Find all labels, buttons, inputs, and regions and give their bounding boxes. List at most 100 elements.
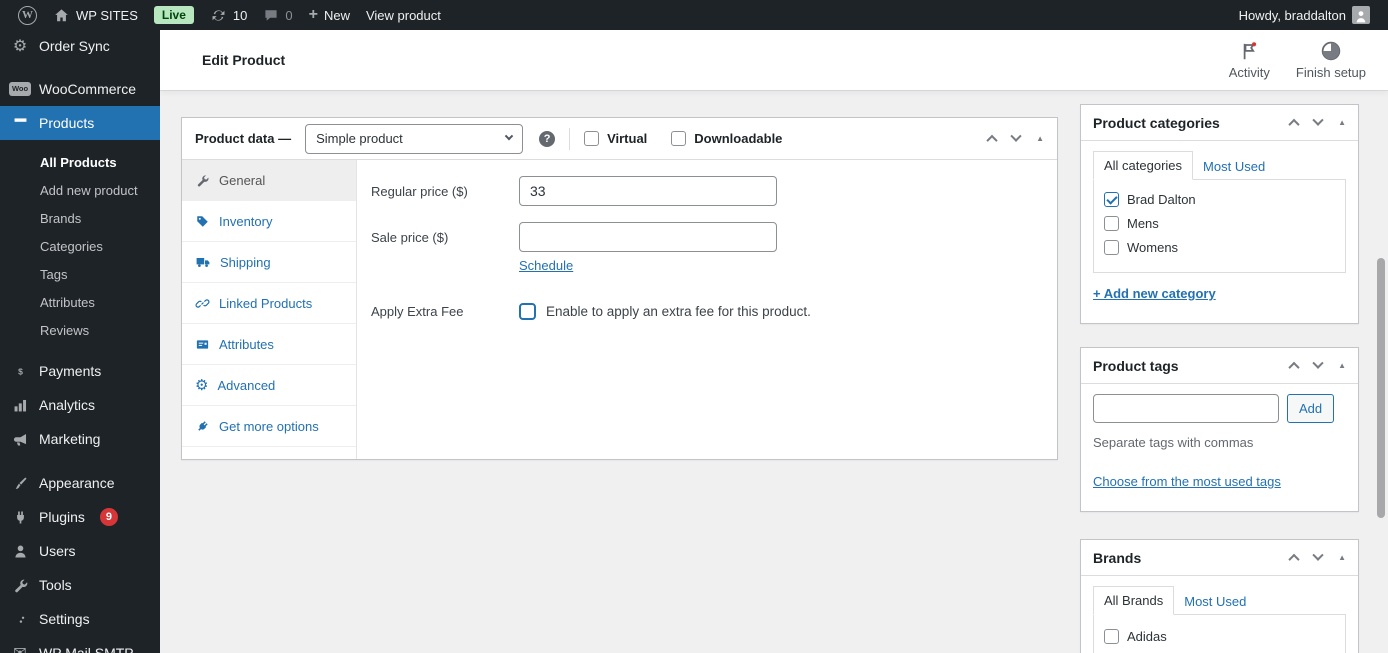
tab-linked-products[interactable]: Linked Products: [182, 283, 356, 324]
toggle-panel-icon[interactable]: ▲: [1338, 118, 1346, 127]
gear-icon: ⚙: [195, 376, 209, 394]
brand-checkbox[interactable]: [1104, 628, 1119, 644]
updates-menu[interactable]: 10: [202, 0, 255, 30]
finish-setup-button[interactable]: Finish setup: [1296, 40, 1366, 80]
plugins-count-badge: 9: [99, 508, 118, 526]
tab-most-used-categories[interactable]: Most Used: [1193, 153, 1275, 180]
tab-get-more-options[interactable]: Get more options: [182, 406, 356, 447]
product-tags-panel: Product tags ▲ Add Separate tags with co…: [1080, 347, 1359, 512]
product-categories-panel: Product categories ▲ All categories Most…: [1080, 104, 1359, 324]
submenu-add-new-product[interactable]: Add new product: [0, 176, 160, 204]
sidebar-item-marketing[interactable]: Marketing: [0, 422, 160, 456]
users-icon: [10, 543, 30, 560]
move-up-icon[interactable]: [1288, 553, 1300, 565]
wordpress-admin-screen: W WP SITES Live 10 0 + New View product: [0, 0, 1388, 653]
sidebar-item-users[interactable]: Users: [0, 534, 160, 568]
virtual-checkbox[interactable]: [584, 131, 600, 146]
sidebar-item-tools[interactable]: Tools: [0, 568, 160, 602]
new-content-menu[interactable]: + New: [301, 0, 358, 30]
tab-shipping[interactable]: Shipping: [182, 242, 356, 283]
submenu-all-products[interactable]: All Products: [0, 148, 160, 176]
tab-most-used-brands[interactable]: Most Used: [1174, 588, 1256, 615]
tab-general-label: General: [219, 172, 266, 188]
toggle-panel-icon[interactable]: ▲: [1338, 553, 1346, 562]
sidebar-item-woocommerce[interactable]: Woo WooCommerce: [0, 72, 160, 106]
site-name-menu[interactable]: WP SITES: [45, 0, 146, 30]
tab-advanced[interactable]: ⚙ Advanced: [182, 365, 356, 406]
plugin-icon: [10, 509, 30, 526]
appearance-label: Appearance: [39, 475, 115, 491]
woocommerce-label: WooCommerce: [39, 81, 136, 97]
settings-icon: [10, 611, 30, 628]
account-menu[interactable]: Howdy, braddalton: [1231, 0, 1378, 30]
submenu-brands[interactable]: Brands: [0, 204, 160, 232]
scrollbar-thumb[interactable]: [1377, 258, 1385, 518]
downloadable-checkbox[interactable]: [671, 131, 687, 146]
submenu-tags[interactable]: Tags: [0, 260, 160, 288]
submenu-categories[interactable]: Categories: [0, 232, 160, 260]
home-icon: [55, 8, 68, 21]
category-checkbox[interactable]: [1104, 215, 1119, 231]
products-box-icon: [10, 115, 30, 132]
category-checkbox-checked[interactable]: [1104, 191, 1119, 207]
categories-list: Brad Dalton Mens Womens: [1093, 179, 1346, 273]
sale-price-row: Sale price ($): [371, 222, 1057, 252]
move-down-icon[interactable]: [1010, 130, 1022, 142]
sidebar-item-payments[interactable]: $ Payments: [0, 354, 160, 388]
tag-input[interactable]: [1093, 394, 1279, 423]
sidebar-item-products[interactable]: Products: [0, 106, 160, 140]
product-type-select[interactable]: Simple product: [305, 123, 524, 154]
tab-general[interactable]: General: [182, 160, 356, 201]
finish-setup-label: Finish setup: [1295, 65, 1366, 80]
move-up-icon[interactable]: [1288, 361, 1300, 373]
help-icon[interactable]: ?: [539, 130, 556, 147]
move-down-icon[interactable]: [1312, 114, 1324, 126]
sidebar-item-appearance[interactable]: Appearance: [0, 466, 160, 500]
move-up-icon[interactable]: [986, 134, 998, 146]
choose-most-used-tags-link[interactable]: Choose from the most used tags: [1093, 474, 1281, 489]
toggle-panel-icon[interactable]: ▲: [1338, 361, 1346, 370]
activity-button[interactable]: Activity: [1229, 40, 1270, 80]
sidebar-item-plugins[interactable]: Plugins 9: [0, 500, 160, 534]
admin-bar-left: W WP SITES Live 10 0 + New View product: [10, 0, 449, 30]
payments-icon: $: [10, 363, 30, 380]
sidebar-item-settings[interactable]: Settings: [0, 602, 160, 636]
submenu-attributes[interactable]: Attributes: [0, 288, 160, 316]
svg-text:$: $: [18, 366, 23, 376]
toggle-panel-icon[interactable]: ▲: [1036, 134, 1044, 143]
users-label: Users: [39, 543, 76, 559]
admin-bar: W WP SITES Live 10 0 + New View product: [0, 0, 1388, 30]
extra-fee-label: Apply Extra Fee: [371, 304, 464, 319]
comments-count: 0: [285, 7, 293, 23]
extra-fee-row: Apply Extra Fee Enable to apply an extra…: [371, 303, 1057, 320]
move-down-icon[interactable]: [1312, 357, 1324, 369]
tab-attributes-label: Attributes: [219, 336, 274, 352]
category-checkbox[interactable]: [1104, 239, 1119, 255]
extra-fee-checkbox[interactable]: [519, 303, 536, 320]
submenu-reviews[interactable]: Reviews: [0, 316, 160, 344]
categories-panel-header: Product categories ▲: [1081, 105, 1358, 141]
product-data-header: Product data — Simple product ? Virtual …: [182, 118, 1057, 160]
regular-price-input[interactable]: [519, 176, 777, 206]
tab-all-categories[interactable]: All categories: [1093, 151, 1194, 180]
sidebar-item-wp-mail-smtp[interactable]: ✉ WP Mail SMTP: [0, 636, 160, 653]
sale-price-input[interactable]: [519, 222, 777, 252]
tab-attributes[interactable]: Attributes: [182, 324, 356, 365]
brand-label: Adidas: [1127, 628, 1167, 644]
tab-all-brands[interactable]: All Brands: [1093, 586, 1175, 615]
schedule-link[interactable]: Schedule: [519, 258, 573, 273]
woocommerce-icon: Woo: [8, 82, 32, 96]
view-product-link[interactable]: View product: [358, 0, 449, 30]
virtual-checkbox-field: Virtual: [584, 131, 647, 146]
move-up-icon[interactable]: [1288, 118, 1300, 130]
sidebar-item-analytics[interactable]: Analytics: [0, 388, 160, 422]
tab-inventory[interactable]: Inventory: [182, 201, 356, 242]
comments-menu[interactable]: 0: [255, 0, 300, 30]
wordpress-menu[interactable]: W: [10, 0, 45, 30]
move-down-icon[interactable]: [1312, 549, 1324, 561]
add-new-category-link[interactable]: + Add new category: [1093, 286, 1216, 301]
sidebar-item-order-sync[interactable]: ⚙ Order Sync: [0, 30, 160, 62]
updates-icon: [212, 9, 225, 21]
paintbrush-icon: [10, 475, 30, 492]
add-tag-button[interactable]: Add: [1287, 394, 1335, 423]
